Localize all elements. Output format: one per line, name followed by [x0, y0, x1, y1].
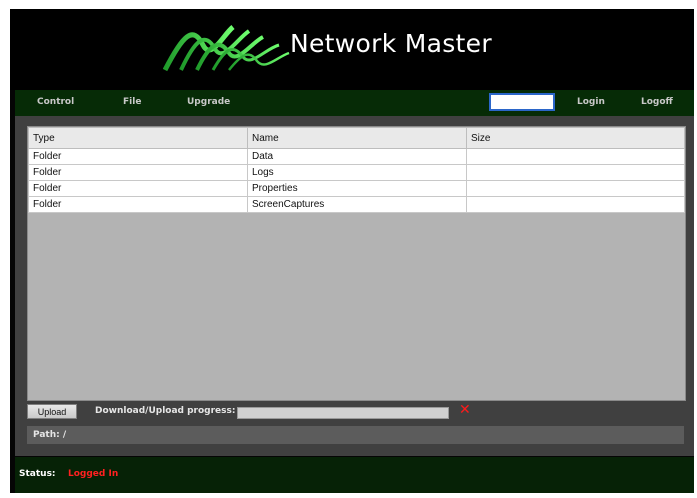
cell-type: Folder [28, 164, 248, 181]
header: Network Master [10, 9, 694, 90]
file-table: Type Name Size Folder Data Folder Logs F… [28, 127, 685, 213]
cell-size [466, 164, 685, 181]
table-row[interactable]: Folder Logs [28, 164, 685, 181]
column-header-type[interactable]: Type [28, 127, 248, 149]
path-bar: Path: / [27, 426, 684, 444]
table-header-row: Type Name Size [28, 127, 685, 149]
login-button[interactable]: Login [577, 97, 605, 107]
cell-name: ScreenCaptures [247, 196, 467, 213]
file-manager-panel: Type Name Size Folder Data Folder Logs F… [15, 116, 694, 456]
nav-item-file[interactable]: File [123, 97, 141, 107]
status-value: Logged In [68, 469, 119, 479]
progress-label: Download/Upload progress: [95, 406, 236, 416]
logoff-button[interactable]: Logoff [641, 97, 673, 107]
column-header-size[interactable]: Size [466, 127, 685, 149]
column-header-name[interactable]: Name [247, 127, 467, 149]
nav-bar: Control File Upgrade Login Logoff [15, 90, 694, 116]
cell-type: Folder [28, 196, 248, 213]
app-window: Network Master Control File Upgrade Logi… [10, 9, 694, 493]
table-row[interactable]: Folder ScreenCaptures [28, 196, 685, 213]
cell-name: Data [247, 148, 467, 165]
wave-logo-icon [163, 25, 290, 72]
cell-name: Properties [247, 180, 467, 197]
cell-size [466, 148, 685, 165]
table-row[interactable]: Folder Properties [28, 180, 685, 197]
status-bar: Status: Logged In [15, 457, 694, 493]
progress-bar [237, 407, 449, 419]
cell-type: Folder [28, 148, 248, 165]
cell-size [466, 180, 685, 197]
app-title: Network Master [290, 29, 492, 58]
cancel-transfer-icon[interactable]: ✕ [459, 402, 471, 418]
nav-item-control[interactable]: Control [37, 97, 74, 107]
path-label: Path: / [33, 430, 67, 440]
cell-size [466, 196, 685, 213]
cell-type: Folder [28, 180, 248, 197]
upload-button[interactable]: Upload [27, 404, 77, 419]
login-input[interactable] [489, 93, 555, 111]
table-row[interactable]: Folder Data [28, 148, 685, 165]
file-list-area[interactable]: Type Name Size Folder Data Folder Logs F… [27, 126, 686, 401]
nav-item-upgrade[interactable]: Upgrade [187, 97, 230, 107]
cell-name: Logs [247, 164, 467, 181]
status-label: Status: [19, 469, 56, 479]
